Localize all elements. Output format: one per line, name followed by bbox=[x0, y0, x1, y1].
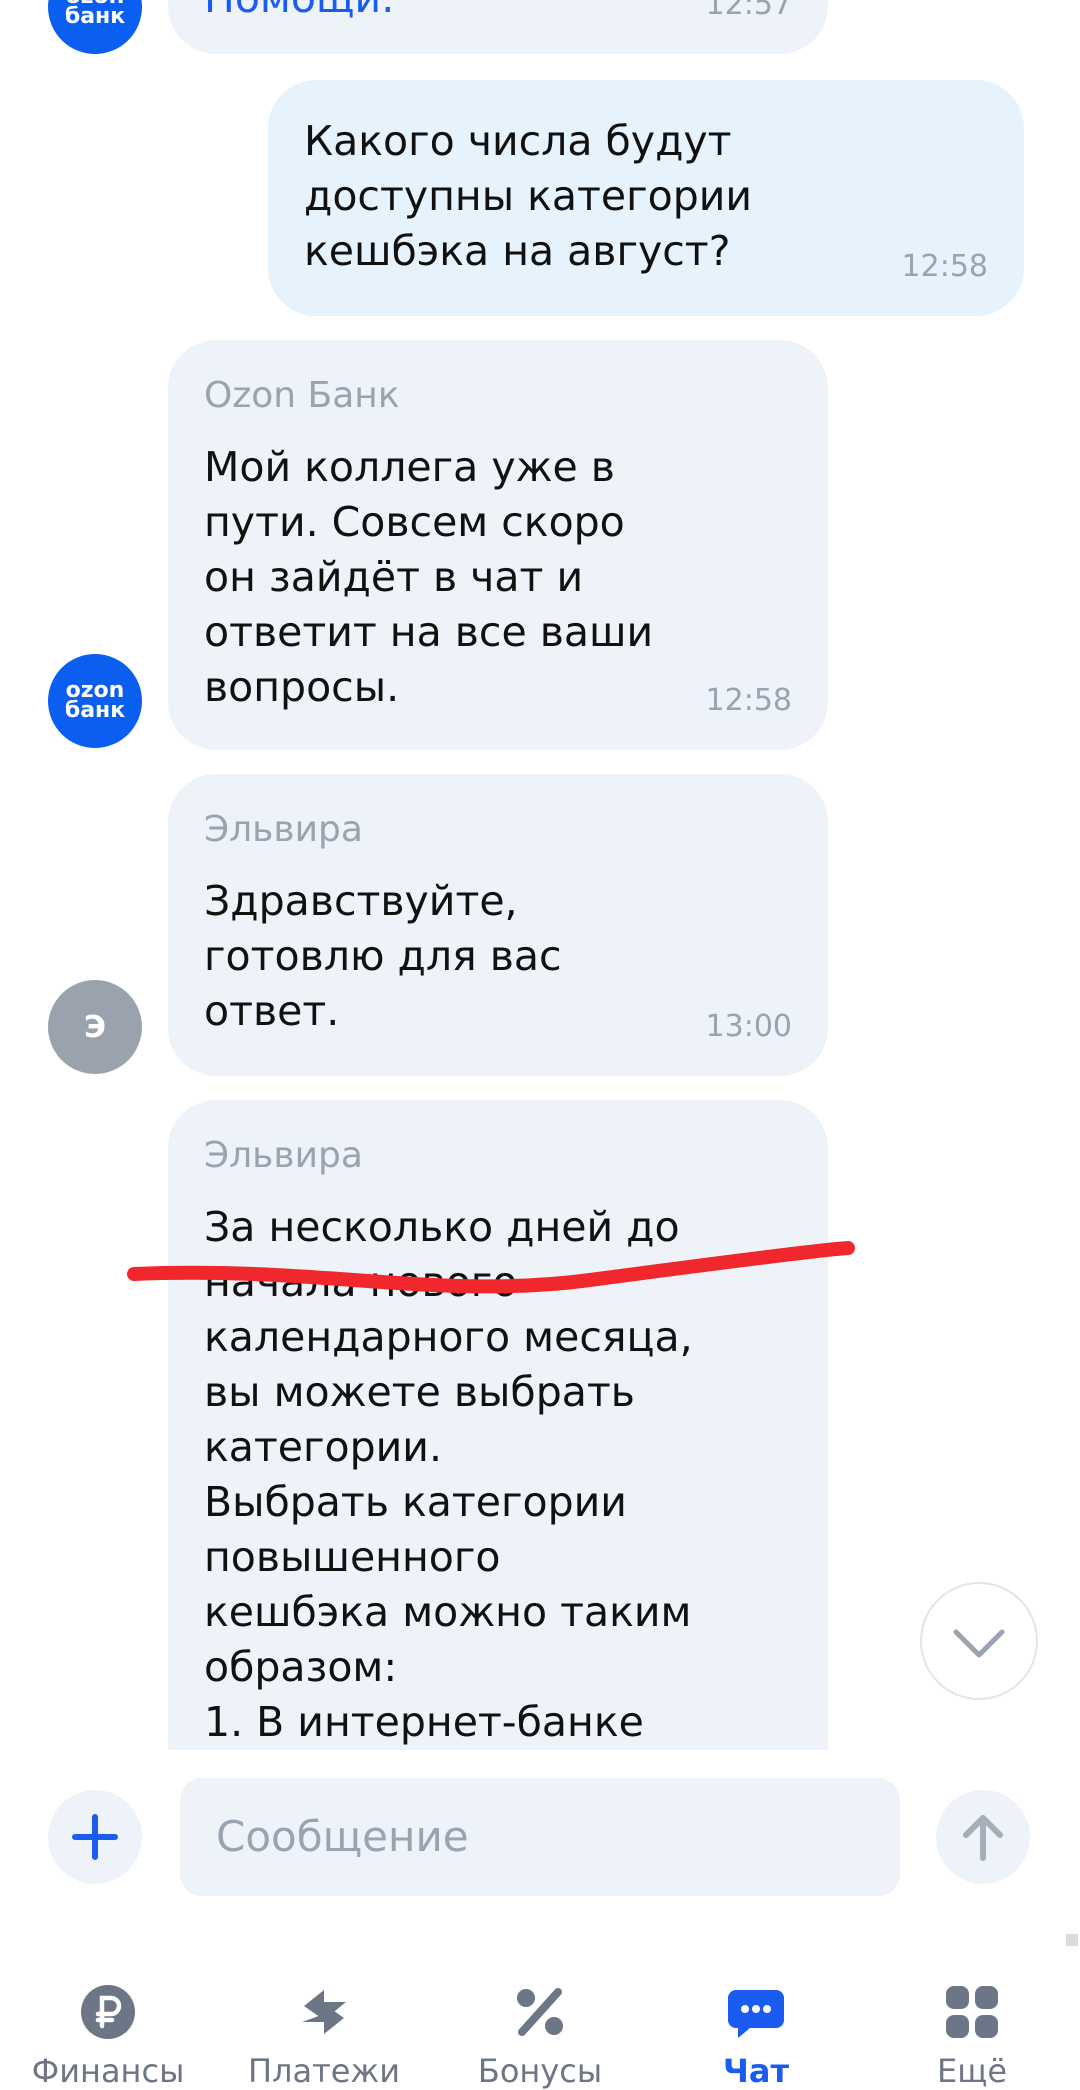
tab-chat[interactable]: Чат bbox=[648, 1960, 864, 2090]
message-bubble-partial: Помощи. 12:57 bbox=[168, 0, 828, 54]
ozon-bank-logo-text: банк bbox=[64, 698, 126, 723]
bottom-tab-bar: Финансы Платежи Бонусы Чат Ещё bbox=[0, 1960, 1080, 2090]
message-sender: Эльвира bbox=[204, 809, 363, 850]
tab-finances[interactable]: Финансы bbox=[0, 1960, 216, 2090]
tab-label: Финансы bbox=[31, 2052, 185, 2090]
scroll-indicator bbox=[1066, 1934, 1078, 1946]
red-strike-annotation bbox=[127, 1241, 855, 1294]
tab-label: Бонусы bbox=[477, 2052, 603, 2090]
message-text: Здравствуйте, готовлю для вас ответ. bbox=[204, 877, 562, 1035]
message-text: Какого числа будут доступны категории ке… bbox=[304, 117, 753, 275]
ozon-bank-logo-text: банк bbox=[64, 4, 126, 29]
message-bubble-incoming: Ozon Банк Мой коллега уже в пути. Совсем… bbox=[168, 340, 828, 750]
agent-avatar: Э bbox=[48, 980, 142, 1074]
message-time: 13:00 bbox=[705, 1009, 792, 1044]
transfer-arrows-icon bbox=[302, 1990, 346, 2034]
tab-payments[interactable]: Платежи bbox=[216, 1960, 432, 2090]
ruble-icon bbox=[81, 1985, 135, 2039]
message-time: 12:58 bbox=[901, 249, 988, 284]
tab-more[interactable]: Ещё bbox=[864, 1960, 1080, 2090]
message-bubble-outgoing: Какого числа будут доступны категории ке… bbox=[268, 80, 1024, 316]
add-attachment-button[interactable] bbox=[48, 1790, 142, 1884]
message-bubble-incoming-long: Эльвира За несколько дней до начала ново… bbox=[168, 1100, 828, 1750]
plus-icon bbox=[72, 1814, 118, 1860]
message-bubble-incoming: Эльвира Здравствуйте, готовлю для вас от… bbox=[168, 774, 828, 1076]
ozon-bank-avatar: ozon банк bbox=[48, 654, 142, 748]
arrow-up-icon bbox=[963, 1815, 1003, 1861]
agent-avatar-letter: Э bbox=[83, 1009, 107, 1045]
grid-icon bbox=[946, 1986, 998, 2038]
scroll-down-button[interactable] bbox=[920, 1582, 1038, 1700]
send-button[interactable] bbox=[936, 1790, 1030, 1884]
message-input-placeholder: Сообщение bbox=[216, 1812, 469, 1861]
tab-label: Чат bbox=[723, 2052, 789, 2090]
message-text: Мой коллега уже в пути. Совсем скоро он … bbox=[204, 443, 654, 711]
ozon-bank-avatar-top: ozon банк bbox=[48, 0, 142, 54]
tab-label: Ещё bbox=[936, 2052, 1008, 2090]
message-time: 12:58 bbox=[705, 683, 792, 718]
message-sender: Ozon Банк bbox=[204, 375, 400, 416]
percent-icon bbox=[517, 1988, 563, 2036]
chevron-down-icon bbox=[953, 1629, 1005, 1658]
tab-bonuses[interactable]: Бонусы bbox=[432, 1960, 648, 2090]
chat-bubble-icon bbox=[728, 1990, 784, 2038]
message-text: Помощи. bbox=[204, 0, 394, 19]
tab-label: Платежи bbox=[247, 2052, 401, 2090]
message-time: 12:57 bbox=[705, 0, 792, 22]
message-input[interactable]: Сообщение bbox=[180, 1778, 900, 1896]
message-sender: Эльвира bbox=[204, 1135, 363, 1176]
